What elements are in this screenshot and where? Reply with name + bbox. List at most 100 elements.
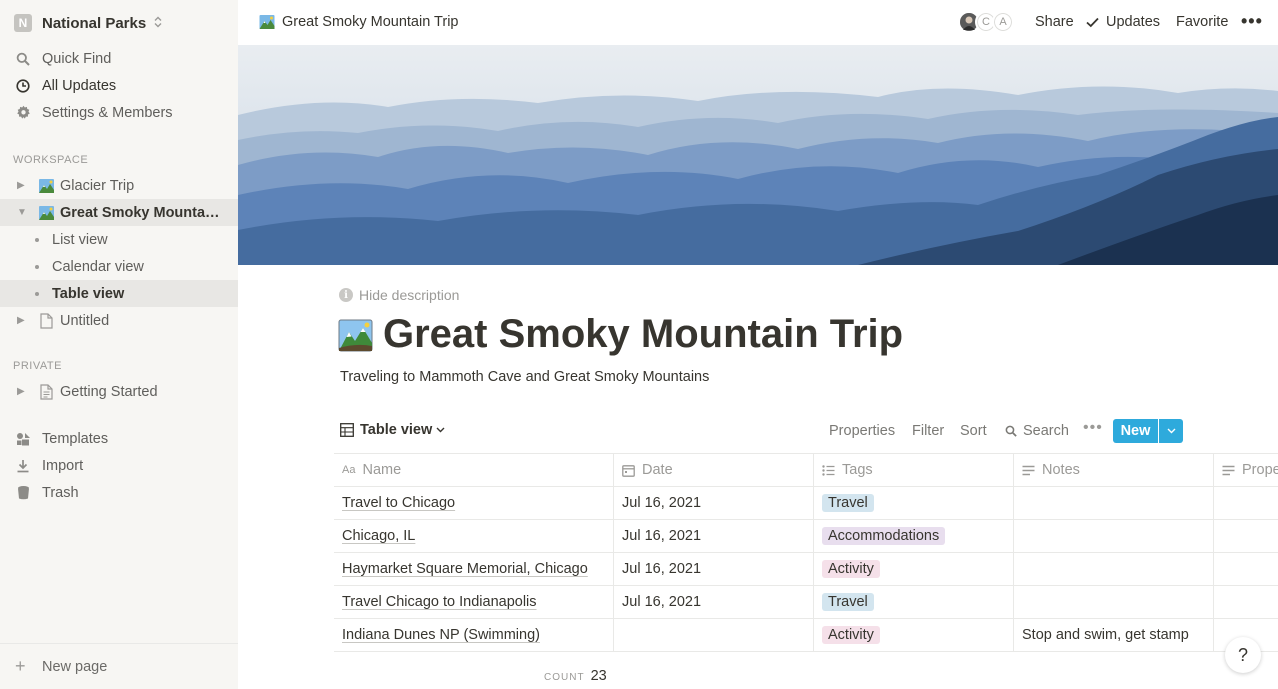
date-cell[interactable]: Jul 16, 2021 xyxy=(614,520,814,552)
row-name[interactable]: Haymarket Square Memorial, Chicago xyxy=(342,561,588,577)
topbar: Great Smoky Mountain Trip C A Share Upda… xyxy=(238,0,1278,45)
settings-members-item[interactable]: Settings & Members xyxy=(0,99,238,126)
date-cell[interactable]: Jul 16, 2021 xyxy=(614,487,814,519)
quick-find-label: Quick Find xyxy=(42,50,112,67)
row-name[interactable]: Travel Chicago to Indianapolis xyxy=(342,594,537,610)
table-row[interactable]: Travel to Chicago Jul 16, 2021 Travel xyxy=(334,487,1278,520)
tags-cell[interactable]: Travel xyxy=(814,487,1014,519)
name-cell[interactable]: Travel Chicago to Indianapolis xyxy=(334,586,614,618)
tags-cell[interactable]: Activity xyxy=(814,553,1014,585)
cover-image xyxy=(238,45,1278,265)
page-title[interactable]: Great Smoky Mountain Trip xyxy=(383,312,903,357)
property-cell[interactable] xyxy=(1214,520,1278,552)
name-cell[interactable]: Travel to Chicago xyxy=(334,487,614,519)
column-header-date[interactable]: Date xyxy=(614,454,814,486)
name-cell[interactable]: Indiana Dunes NP (Swimming) xyxy=(334,619,614,651)
avatar-group[interactable]: C A xyxy=(958,11,1014,33)
row-name[interactable]: Indiana Dunes NP (Swimming) xyxy=(342,627,540,643)
row-name[interactable]: Chicago, IL xyxy=(342,528,415,544)
date-cell[interactable]: Jul 16, 2021 xyxy=(614,553,814,585)
new-record-button[interactable]: New xyxy=(1113,419,1183,443)
table-row[interactable]: Chicago, IL Jul 16, 2021 Accommodations xyxy=(334,520,1278,553)
notes-cell[interactable] xyxy=(1014,553,1214,585)
date-cell[interactable]: Jul 16, 2021 xyxy=(614,586,814,618)
date-cell[interactable] xyxy=(614,619,814,651)
sidebar-item-table-view[interactable]: Table view xyxy=(0,280,238,307)
new-dropdown-button[interactable] xyxy=(1159,419,1183,443)
landscape-icon[interactable] xyxy=(338,319,373,352)
import-icon xyxy=(15,458,31,474)
templates-label: Templates xyxy=(42,430,109,447)
row-name[interactable]: Travel to Chicago xyxy=(342,495,455,511)
expand-triangle-icon[interactable]: ▶ xyxy=(17,180,25,191)
hide-description-button[interactable]: i Hide description xyxy=(339,287,459,303)
import-label: Import xyxy=(42,457,84,474)
column-header-name[interactable]: Aa Name xyxy=(334,454,614,486)
collapse-triangle-icon[interactable]: ▼ xyxy=(17,207,27,218)
column-header-notes[interactable]: Notes xyxy=(1014,454,1214,486)
property-cell[interactable] xyxy=(1214,487,1278,519)
new-button[interactable]: New xyxy=(1113,419,1158,443)
info-icon: i xyxy=(339,288,353,302)
table-row[interactable]: Indiana Dunes NP (Swimming) Activity Sto… xyxy=(334,619,1278,652)
notes-cell[interactable] xyxy=(1014,520,1214,552)
landscape-icon xyxy=(259,15,275,29)
share-button[interactable]: Share xyxy=(1035,14,1074,30)
property-cell[interactable] xyxy=(1214,553,1278,585)
page-description[interactable]: Traveling to Mammoth Cave and Great Smok… xyxy=(340,369,709,385)
import-item[interactable]: Import xyxy=(0,452,238,479)
search-icon xyxy=(1005,425,1017,437)
text-lines-icon xyxy=(1022,465,1035,476)
sidebar-item-getting-started[interactable]: ▶ Getting Started xyxy=(0,378,238,405)
search-button[interactable]: Search xyxy=(1005,423,1069,439)
expand-triangle-icon[interactable]: ▶ xyxy=(17,315,25,326)
calendar-icon xyxy=(622,464,635,477)
row-date: Jul 16, 2021 xyxy=(622,495,702,511)
column-header-property[interactable]: Prope xyxy=(1214,454,1278,486)
name-cell[interactable]: Chicago, IL xyxy=(334,520,614,552)
help-button[interactable]: ? xyxy=(1225,637,1261,673)
name-cell[interactable]: Haymarket Square Memorial, Chicago xyxy=(334,553,614,585)
property-cell[interactable] xyxy=(1214,586,1278,618)
updates-button[interactable]: Updates xyxy=(1086,14,1160,30)
table-row[interactable]: Haymarket Square Memorial, Chicago Jul 1… xyxy=(334,553,1278,586)
sidebar-item-calendar-view[interactable]: Calendar view xyxy=(0,253,238,280)
tags-cell[interactable]: Activity xyxy=(814,619,1014,651)
favorite-button[interactable]: Favorite xyxy=(1176,14,1228,30)
new-page-label: New page xyxy=(42,658,108,675)
sidebar-item-untitled[interactable]: ▶ Untitled xyxy=(0,307,238,334)
expand-triangle-icon[interactable]: ▶ xyxy=(17,386,25,397)
more-options-icon[interactable]: ••• xyxy=(1083,419,1103,437)
check-icon xyxy=(1086,17,1099,27)
sidebar-item-list-view[interactable]: List view xyxy=(0,226,238,253)
all-updates-item[interactable]: All Updates xyxy=(0,72,238,99)
sidebar-item-glacier-trip[interactable]: ▶ Glacier Trip xyxy=(0,172,238,199)
templates-item[interactable]: Templates xyxy=(0,425,238,452)
sort-button[interactable]: Sort xyxy=(960,423,987,439)
row-date: Jul 16, 2021 xyxy=(622,561,702,577)
notes-cell[interactable]: Stop and swim, get stamp xyxy=(1014,619,1214,651)
properties-button[interactable]: Properties xyxy=(829,423,895,439)
text-lines-icon xyxy=(1222,465,1235,476)
more-options-icon[interactable]: ••• xyxy=(1241,11,1263,32)
sidebar-item-great-smoky[interactable]: ▼ Great Smoky Mountai… xyxy=(0,199,238,226)
sidebar-item-label: Getting Started xyxy=(60,383,158,400)
filter-button[interactable]: Filter xyxy=(912,423,944,439)
quick-find-item[interactable]: Quick Find xyxy=(0,45,238,72)
view-switcher[interactable]: Table view xyxy=(340,422,445,438)
breadcrumb[interactable]: Great Smoky Mountain Trip xyxy=(259,14,459,30)
column-header-tags[interactable]: Tags xyxy=(814,454,1014,486)
tags-cell[interactable]: Travel xyxy=(814,586,1014,618)
avatar[interactable]: A xyxy=(992,11,1014,33)
table-row[interactable]: Travel Chicago to Indianapolis Jul 16, 2… xyxy=(334,586,1278,619)
workspace-name: National Parks xyxy=(42,14,147,32)
notes-cell[interactable] xyxy=(1014,586,1214,618)
new-page-button[interactable]: + New page xyxy=(0,643,238,689)
text-property-icon: Aa xyxy=(342,464,356,476)
tag-badge: Accommodations xyxy=(822,527,946,545)
count-label: COUNT xyxy=(544,672,585,683)
trash-item[interactable]: Trash xyxy=(0,479,238,506)
tags-cell[interactable]: Accommodations xyxy=(814,520,1014,552)
workspace-switcher[interactable]: N National Parks xyxy=(14,13,162,33)
notes-cell[interactable] xyxy=(1014,487,1214,519)
